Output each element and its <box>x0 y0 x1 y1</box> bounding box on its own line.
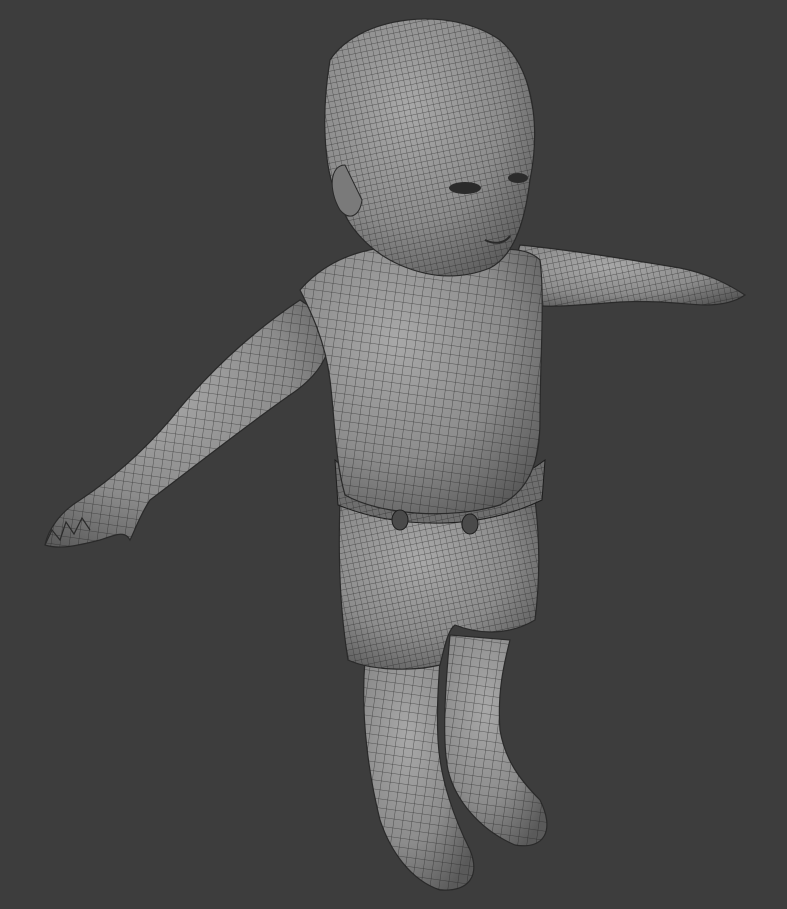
3d-viewport[interactable] <box>0 0 787 909</box>
right-arm-mesh <box>515 244 747 307</box>
eye-left <box>449 182 481 194</box>
character-mesh-render[interactable] <box>0 0 787 909</box>
eye-right <box>508 173 528 183</box>
head-mesh <box>324 18 536 277</box>
legs-mesh <box>363 634 548 891</box>
left-arm-mesh <box>44 299 332 548</box>
